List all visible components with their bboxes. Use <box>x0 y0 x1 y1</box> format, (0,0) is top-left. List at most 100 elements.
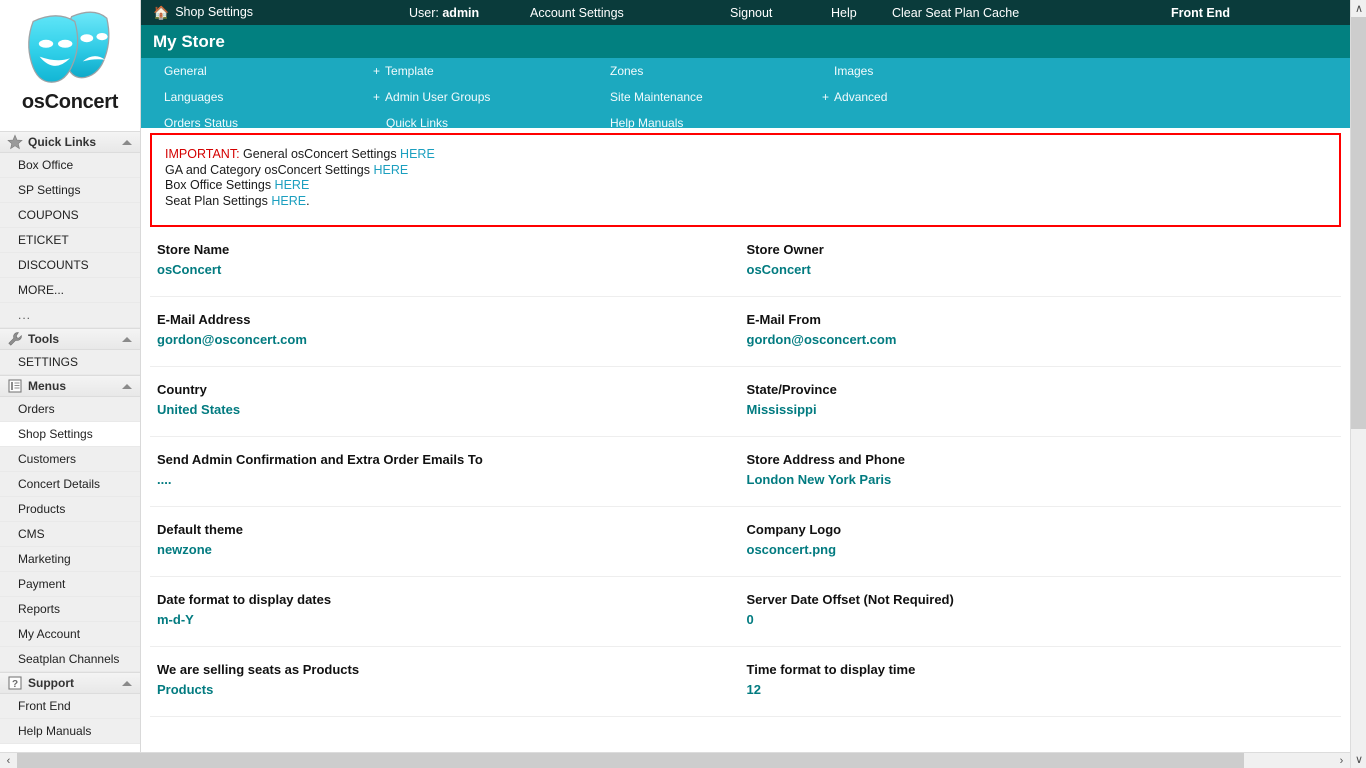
horizontal-scroll-track[interactable] <box>17 753 1333 768</box>
sidebar-item-orders[interactable]: Orders <box>0 397 140 422</box>
sidebar-item-marketing[interactable]: Marketing <box>0 547 140 572</box>
scroll-right-arrow-icon[interactable]: › <box>1333 753 1350 768</box>
notice-line-4-text: Seat Plan Settings <box>165 194 271 208</box>
breadcrumb-shop-settings[interactable]: 🏠Shop Settings <box>153 5 253 21</box>
scroll-up-arrow-icon[interactable]: ∧ <box>1351 0 1366 17</box>
field-value[interactable]: Products <box>157 681 746 698</box>
sidebar-item-eticket[interactable]: ETICKET <box>0 228 140 253</box>
sidebar-item-customers[interactable]: Customers <box>0 447 140 472</box>
settings-row: E-Mail Address gordon@osconcert.com E-Ma… <box>150 297 1341 367</box>
nav-images[interactable]: Images <box>834 64 873 78</box>
nav-admin-user-groups-label: Admin User Groups <box>385 90 490 104</box>
field-value[interactable]: osconcert.png <box>747 541 1342 558</box>
settings-row: Store Name osConcert Store Owner osConce… <box>150 227 1341 297</box>
sidebar-item-cms[interactable]: CMS <box>0 522 140 547</box>
field-value[interactable]: newzone <box>157 541 746 558</box>
sidebar-group-quick-links[interactable]: Quick Links <box>0 131 140 153</box>
settings-row: Send Admin Confirmation and Extra Order … <box>150 437 1341 507</box>
sidebar-group-menus[interactable]: Menus <box>0 375 140 397</box>
sidebar-item-concert-details[interactable]: Concert Details <box>0 472 140 497</box>
notice-link-seat-plan[interactable]: HERE <box>271 194 306 208</box>
settings-row: Date format to display dates m-d-Y Serve… <box>150 577 1341 647</box>
settings-nav-grid: General Languages Orders Status +Templat… <box>141 58 1350 128</box>
horizontal-scrollbar[interactable]: ‹ › <box>0 752 1350 768</box>
store-title-band: My Store <box>141 25 1350 58</box>
sidebar-item-reports[interactable]: Reports <box>0 597 140 622</box>
field-value[interactable]: osConcert <box>157 261 746 278</box>
signout-link[interactable]: Signout <box>730 6 772 20</box>
notice-link-ga-category[interactable]: HERE <box>373 163 408 177</box>
sidebar-item-sp-settings[interactable]: SP Settings <box>0 178 140 203</box>
field-label: Default theme <box>157 521 746 538</box>
settings-field-default-theme: Default theme newzone <box>150 521 746 558</box>
sidebar-item-seatplan-channels[interactable]: Seatplan Channels <box>0 647 140 672</box>
field-value[interactable]: osConcert <box>747 261 1342 278</box>
sidebar-item-help-manuals[interactable]: Help Manuals <box>0 719 140 744</box>
sidebar-group-support[interactable]: ? Support <box>0 672 140 694</box>
nav-quick-links[interactable]: Quick Links <box>386 116 448 130</box>
vertical-scroll-thumb[interactable] <box>1351 17 1366 429</box>
field-value[interactable]: London New York Paris <box>747 471 1342 488</box>
field-value[interactable]: m-d-Y <box>157 611 746 628</box>
sidebar-group-tools[interactable]: Tools <box>0 328 140 350</box>
account-settings-link[interactable]: Account Settings <box>530 6 624 20</box>
user-display: User: admin <box>409 6 479 20</box>
sidebar-item-box-office[interactable]: Box Office <box>0 153 140 178</box>
field-label: E-Mail From <box>747 311 1342 328</box>
notice-line-3-text: Box Office Settings <box>165 178 275 192</box>
nav-general[interactable]: General <box>164 64 207 78</box>
chevron-up-icon[interactable] <box>122 384 132 389</box>
brand-name: osConcert <box>22 91 118 114</box>
sidebar-item-discounts[interactable]: DISCOUNTS <box>0 253 140 278</box>
notice-link-general[interactable]: HERE <box>400 147 435 161</box>
settings-field-selling-seats-as: We are selling seats as Products Product… <box>150 661 746 698</box>
sidebar-item-coupons[interactable]: COUPONS <box>0 203 140 228</box>
front-end-link[interactable]: Front End <box>1171 6 1230 20</box>
sidebar-item-my-account[interactable]: My Account <box>0 622 140 647</box>
clear-seat-plan-cache-link[interactable]: Clear Seat Plan Cache <box>892 6 1019 20</box>
field-value[interactable]: gordon@osconcert.com <box>747 331 1342 348</box>
notice-line-1: IMPORTANT: General osConcert Settings HE… <box>165 147 1339 163</box>
nav-template[interactable]: +Template <box>373 64 434 78</box>
sidebar-group-title: Menus <box>28 379 66 393</box>
sidebar-item-front-end[interactable]: Front End <box>0 694 140 719</box>
nav-advanced[interactable]: +Advanced <box>822 90 887 104</box>
sidebar-item-payment[interactable]: Payment <box>0 572 140 597</box>
field-label: Time format to display time <box>747 661 1342 678</box>
scroll-left-arrow-icon[interactable]: ‹ <box>0 753 17 768</box>
vertical-scroll-track[interactable] <box>1351 17 1366 751</box>
nav-zones[interactable]: Zones <box>610 64 643 78</box>
chevron-up-icon[interactable] <box>122 681 132 686</box>
notice-line-4-suffix: . <box>306 194 309 208</box>
field-value[interactable]: United States <box>157 401 746 418</box>
field-value[interactable]: 12 <box>747 681 1342 698</box>
nav-advanced-label: Advanced <box>834 90 887 104</box>
chevron-up-icon[interactable] <box>122 140 132 145</box>
brand-logo[interactable]: osConcert <box>0 0 140 131</box>
field-value[interactable]: gordon@osconcert.com <box>157 331 746 348</box>
nav-admin-user-groups[interactable]: +Admin User Groups <box>373 90 490 104</box>
field-value[interactable]: Mississippi <box>747 401 1342 418</box>
nav-site-maintenance[interactable]: Site Maintenance <box>610 90 703 104</box>
sidebar-item-settings[interactable]: SETTINGS <box>0 350 140 375</box>
chevron-up-icon[interactable] <box>122 337 132 342</box>
sidebar-item-ellipsis[interactable]: ... <box>0 303 140 328</box>
nav-help-manuals[interactable]: Help Manuals <box>610 116 683 130</box>
sidebar-item-products[interactable]: Products <box>0 497 140 522</box>
field-value[interactable]: 0 <box>747 611 1342 628</box>
field-label: Date format to display dates <box>157 591 746 608</box>
field-value[interactable]: .... <box>157 471 746 488</box>
sidebar-item-shop-settings[interactable]: Shop Settings <box>0 422 140 447</box>
help-link[interactable]: Help <box>831 6 857 20</box>
field-label: E-Mail Address <box>157 311 746 328</box>
nav-orders-status[interactable]: Orders Status <box>164 116 238 130</box>
vertical-scrollbar[interactable]: ∧ ∨ <box>1350 0 1366 768</box>
scroll-down-arrow-icon[interactable]: ∨ <box>1351 751 1366 768</box>
notice-link-box-office[interactable]: HERE <box>275 178 310 192</box>
sidebar-item-more[interactable]: MORE... <box>0 278 140 303</box>
notice-line-2-text: GA and Category osConcert Settings <box>165 163 373 177</box>
nav-languages[interactable]: Languages <box>164 90 223 104</box>
horizontal-scroll-thumb[interactable] <box>17 753 1244 768</box>
settings-row: We are selling seats as Products Product… <box>150 647 1341 717</box>
sidebar: osConcert Quick Links Box Office SP Sett… <box>0 0 141 752</box>
